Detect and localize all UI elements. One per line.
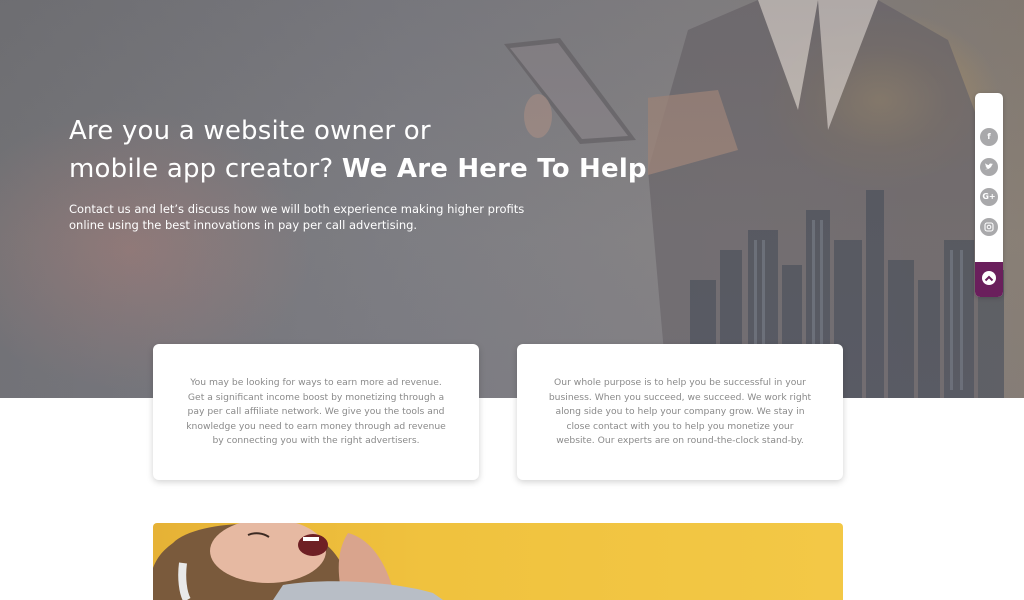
hero-title: Are you a website owner or mobile app cr… bbox=[69, 112, 689, 188]
twitter-icon[interactable] bbox=[980, 158, 998, 176]
hero-overlay bbox=[0, 0, 1024, 398]
hero-title-line1: Are you a website owner or bbox=[69, 116, 431, 146]
hero-section: Are you a website owner or mobile app cr… bbox=[0, 0, 1024, 398]
info-card-text: You may be looking for ways to earn more… bbox=[186, 377, 446, 447]
woman-with-headphones-image bbox=[153, 523, 443, 600]
info-card-text: Our whole purpose is to help you be succ… bbox=[548, 377, 812, 447]
twitter-bird-glyph bbox=[985, 163, 993, 170]
hero-title-strong: We Are Here To Help bbox=[341, 154, 647, 184]
instagram-icon[interactable] bbox=[980, 218, 998, 236]
instagram-glyph bbox=[984, 222, 994, 232]
info-card-monetize: You may be looking for ways to earn more… bbox=[153, 344, 479, 480]
hero-description: Contact us and let’s discuss how we will… bbox=[69, 202, 525, 232]
promo-banner-image bbox=[153, 523, 843, 600]
hero-title-line2: mobile app creator? bbox=[69, 154, 334, 184]
social-sidebar: f G+ bbox=[975, 93, 1003, 297]
info-card-success: Our whole purpose is to help you be succ… bbox=[517, 344, 843, 480]
scroll-to-top-button[interactable] bbox=[975, 262, 1003, 297]
chevron-up-icon bbox=[982, 271, 996, 285]
facebook-icon[interactable]: f bbox=[980, 128, 998, 146]
google-plus-icon[interactable]: G+ bbox=[980, 188, 998, 206]
